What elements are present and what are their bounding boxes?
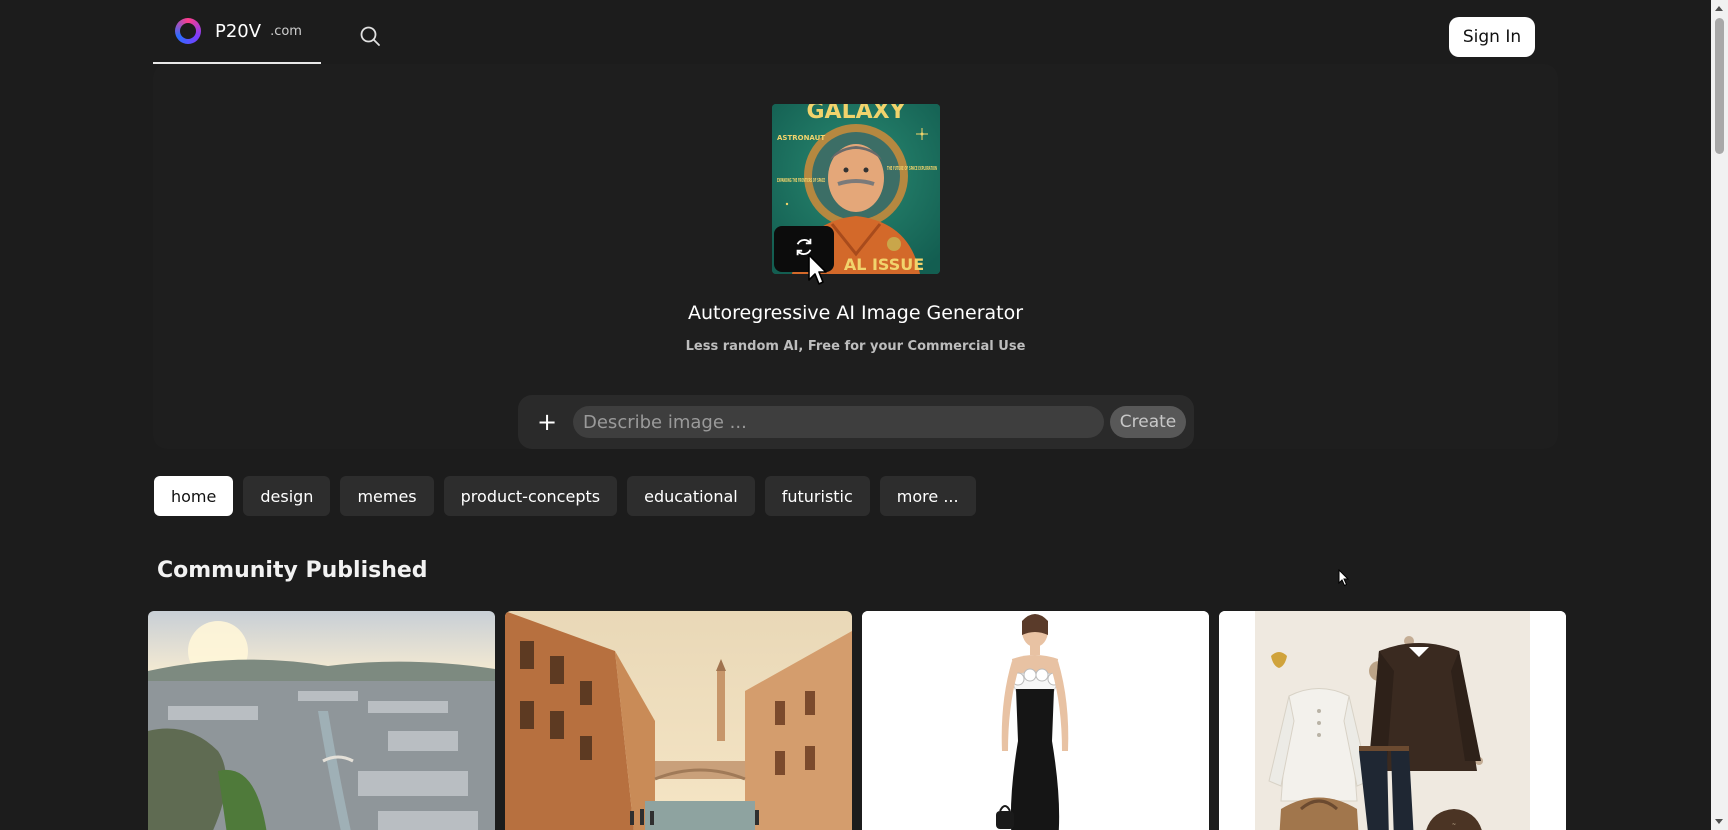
page: P20V .com Sign In GALAXY ASTRONAUT EXPAN… [0,0,1711,830]
scroll-down-arrow-icon[interactable] [1715,819,1723,824]
hero-subtitle: Less random AI, Free for your Commercial… [685,339,1026,354]
category-tags: home design memes product-concepts educa… [154,476,976,516]
poster-left-caption: EXPANDING THE FRONTIERS OF SPACE [777,178,825,184]
create-button[interactable]: Create [1110,406,1186,438]
poster-title: GALAXY [806,104,906,124]
poster-kicker: ASTRONAUT [777,134,825,142]
brand-tld: .com [270,23,302,39]
community-card-aerial-city[interactable] [148,611,495,830]
hero-title: Autoregressive AI Image Generator [687,302,1024,324]
prompt-bar: + Create [518,395,1194,449]
tag-home[interactable]: home [154,476,234,516]
describe-image-input[interactable] [573,406,1104,438]
scroll-up-arrow-icon[interactable] [1715,6,1723,11]
tag-educational[interactable]: educational [627,476,755,516]
sign-in-button[interactable]: Sign In [1449,17,1535,57]
tag-memes[interactable]: memes [340,476,434,516]
brand-link[interactable]: P20V .com [153,0,321,64]
community-card-fashion-outfit[interactable]: ~ [1219,611,1566,830]
poster-right-caption: THE FUTURE OF SPACE EXPLORATION [887,166,937,172]
community-card-venice-canal[interactable] [505,611,852,830]
tag-more[interactable]: more ... [879,476,976,516]
brand-name: P20V [215,20,262,42]
search-icon[interactable] [358,24,382,48]
add-attachment-button[interactable]: + [532,407,562,437]
svg-text:~: ~ [1452,822,1456,828]
mouse-cursor-icon [807,254,827,290]
brand-logo-icon [175,18,201,44]
tag-futuristic[interactable]: futuristic [764,476,870,516]
tag-product-concepts[interactable]: product-concepts [443,476,618,516]
vertical-scrollbar[interactable] [1711,0,1728,830]
top-header: P20V .com Sign In [153,0,1535,64]
community-section-title: Community Published [157,558,428,583]
community-card-black-dress[interactable] [862,611,1209,830]
tag-design[interactable]: design [243,476,331,516]
mouse-pointer-icon [1338,568,1350,591]
poster-bottom-text: AL ISSUE [844,255,924,274]
scrollbar-thumb[interactable] [1715,18,1724,154]
